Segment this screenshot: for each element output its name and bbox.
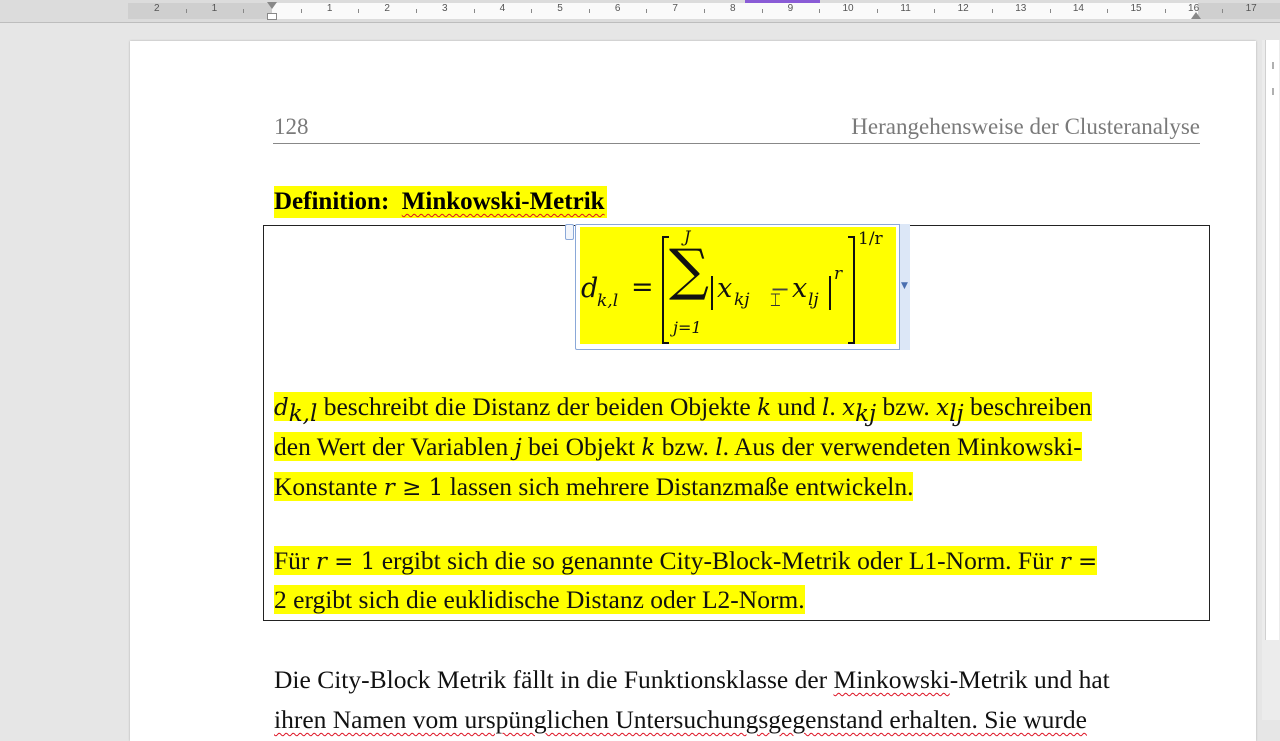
ruler-number: 8 xyxy=(730,3,736,14)
body-paragraph-line-2[interactable]: ihren Namen vom urspünglichen Untersuchu… xyxy=(274,700,1087,740)
first-line-indent-marker[interactable] xyxy=(267,2,277,9)
horizontal-ruler[interactable]: 2 1 1 2 3 4 5 6 7 8 9 10 11 12 13 14 15 16 17 xyxy=(0,0,1280,23)
ruler-number: 11 xyxy=(900,3,911,14)
formula-term-b: x xyxy=(792,273,808,304)
equation-move-handle[interactable] xyxy=(565,224,574,240)
definition-paragraph-1-line-2[interactable]: den Wert der Variablen j bei Objekt k bz… xyxy=(274,427,1082,467)
ruler-selection-indicator xyxy=(745,0,820,3)
ruler-tick xyxy=(1049,9,1051,13)
formula-term-a: x xyxy=(717,273,733,304)
ruler-tick xyxy=(934,9,936,13)
ruler-margin-right xyxy=(1198,3,1280,19)
running-header-title: Herangehensweise der Clusteranalyse xyxy=(851,114,1200,139)
formula-lhs: d xyxy=(581,273,599,304)
ruler-tick xyxy=(358,9,360,13)
ruler-number: 6 xyxy=(614,3,621,14)
ruler-tick xyxy=(819,9,821,13)
definition-paragraph-2-line-1[interactable]: Für r = 1 ergibt sich die so genannte Ci… xyxy=(274,541,1098,581)
ruler-number: 1 xyxy=(211,3,218,14)
ruler-tick xyxy=(416,9,417,13)
formula-term-a-subscript: kj xyxy=(734,290,750,310)
scrollbar-marker xyxy=(1272,62,1274,69)
formula-right-bracket xyxy=(848,236,855,344)
definition-paragraph-2-line-2[interactable]: 2 ergibt sich die euklidische Distanz od… xyxy=(274,580,805,620)
sum-symbol: ∑ xyxy=(669,238,709,303)
ruler-number: 5 xyxy=(557,3,563,14)
ruler-tick xyxy=(1164,9,1166,13)
ruler-number: 17 xyxy=(1245,3,1257,14)
ruler-tick xyxy=(992,9,993,13)
ruler-margin-left xyxy=(128,3,272,19)
ruler-tick xyxy=(300,9,302,13)
ruler-number: 14 xyxy=(1072,3,1084,14)
ruler-number: 2 xyxy=(384,3,390,14)
ruler-number: 9 xyxy=(787,3,794,14)
ruler-number: 7 xyxy=(672,3,678,14)
ruler-tick xyxy=(646,9,648,13)
ruler-tick xyxy=(704,9,705,13)
page-number: 128 xyxy=(274,114,309,139)
ruler-number: 4 xyxy=(499,3,506,14)
formula-equals: = xyxy=(631,272,654,303)
ruler-tick xyxy=(588,9,590,13)
ruler-number: 13 xyxy=(1015,3,1027,14)
ruler-number: 1 xyxy=(326,3,333,14)
chevron-down-icon[interactable]: ▼ xyxy=(901,281,908,291)
definition-paragraph-1-line-3[interactable]: Konstante r ≥ 1 lassen sich mehrere Dist… xyxy=(274,467,914,507)
ruler-tick xyxy=(531,9,533,13)
abs-bar-left xyxy=(711,276,713,310)
definition-term: Minkowski-Metrik xyxy=(401,188,605,215)
ruler-tick xyxy=(243,9,245,13)
ruler-number: 16 xyxy=(1188,3,1200,14)
header-rule xyxy=(273,143,1200,144)
formula-lhs-subscript: k,l xyxy=(597,291,619,311)
body-paragraph-line-1[interactable]: Die City-Block Metrik fällt in die Funkt… xyxy=(274,660,1110,700)
ruler-tick xyxy=(876,9,878,13)
formula-term-b-subscript: lj xyxy=(808,290,819,310)
ruler-tick xyxy=(473,9,475,13)
formula-left-bracket xyxy=(662,236,669,344)
ruler-tick xyxy=(761,9,763,13)
abs-bar-right xyxy=(829,276,831,310)
ruler-number: 10 xyxy=(842,3,854,14)
scrollbar-marker xyxy=(1272,88,1274,95)
definition-label: Definition: xyxy=(274,188,390,215)
ruler-number: 3 xyxy=(442,3,448,14)
definition-paragraph-1-line-1[interactable]: dk,l beschreibt die Distanz der beiden O… xyxy=(274,387,1092,427)
scrollbar-thumb[interactable] xyxy=(1265,40,1279,640)
left-indent-marker[interactable] xyxy=(267,13,277,20)
ruler-number: 2 xyxy=(154,3,160,14)
abs-exponent: r xyxy=(834,264,843,284)
ruler-tick xyxy=(1222,9,1224,13)
ruler-number: 15 xyxy=(1130,3,1142,14)
ruler-tick xyxy=(185,9,187,13)
ruler-tick xyxy=(1107,9,1109,13)
outer-exponent: 1/r xyxy=(858,229,883,249)
definition-heading[interactable]: Definition: Minkowski-Metrik xyxy=(274,186,607,218)
text-cursor-icon: ⌶ xyxy=(770,290,781,311)
ruler-number: 12 xyxy=(957,3,969,14)
sum-lower-limit: j=1 xyxy=(673,318,702,337)
